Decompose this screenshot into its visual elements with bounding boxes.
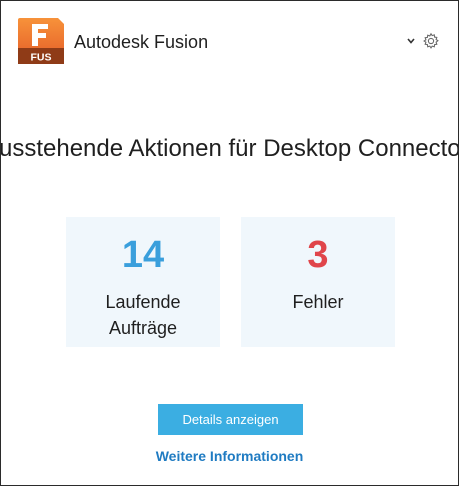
errors-count: 3 — [307, 234, 329, 276]
fus-badge-text: FUS — [31, 52, 52, 64]
app-header: FUS Autodesk Fusion — [1, 1, 458, 81]
running-jobs-card[interactable]: 14 Laufende Aufträge — [66, 217, 220, 347]
show-details-button[interactable]: Details anzeigen — [158, 404, 303, 435]
errors-card[interactable]: 3 Fehler — [241, 217, 395, 347]
app-name: Autodesk Fusion — [74, 32, 209, 52]
fusion-app-icon: FUS — [18, 18, 64, 64]
errors-label: Fehler — [292, 292, 344, 312]
desktop-connector-window: FUS Autodesk Fusion usstehende Aktionen … — [0, 0, 459, 486]
pending-actions-title: usstehende Aktionen für Desktop Connecto — [0, 135, 459, 162]
running-jobs-count: 14 — [121, 234, 165, 276]
running-jobs-label-line1: Laufende — [105, 292, 181, 312]
chevron-down-icon[interactable] — [406, 34, 416, 46]
more-information-link[interactable]: Weitere Informationen — [1, 447, 458, 465]
running-jobs-label-line2: Aufträge — [108, 318, 178, 338]
running-jobs-label: Laufende Aufträge — [66, 289, 220, 341]
gear-icon[interactable] — [422, 32, 440, 50]
